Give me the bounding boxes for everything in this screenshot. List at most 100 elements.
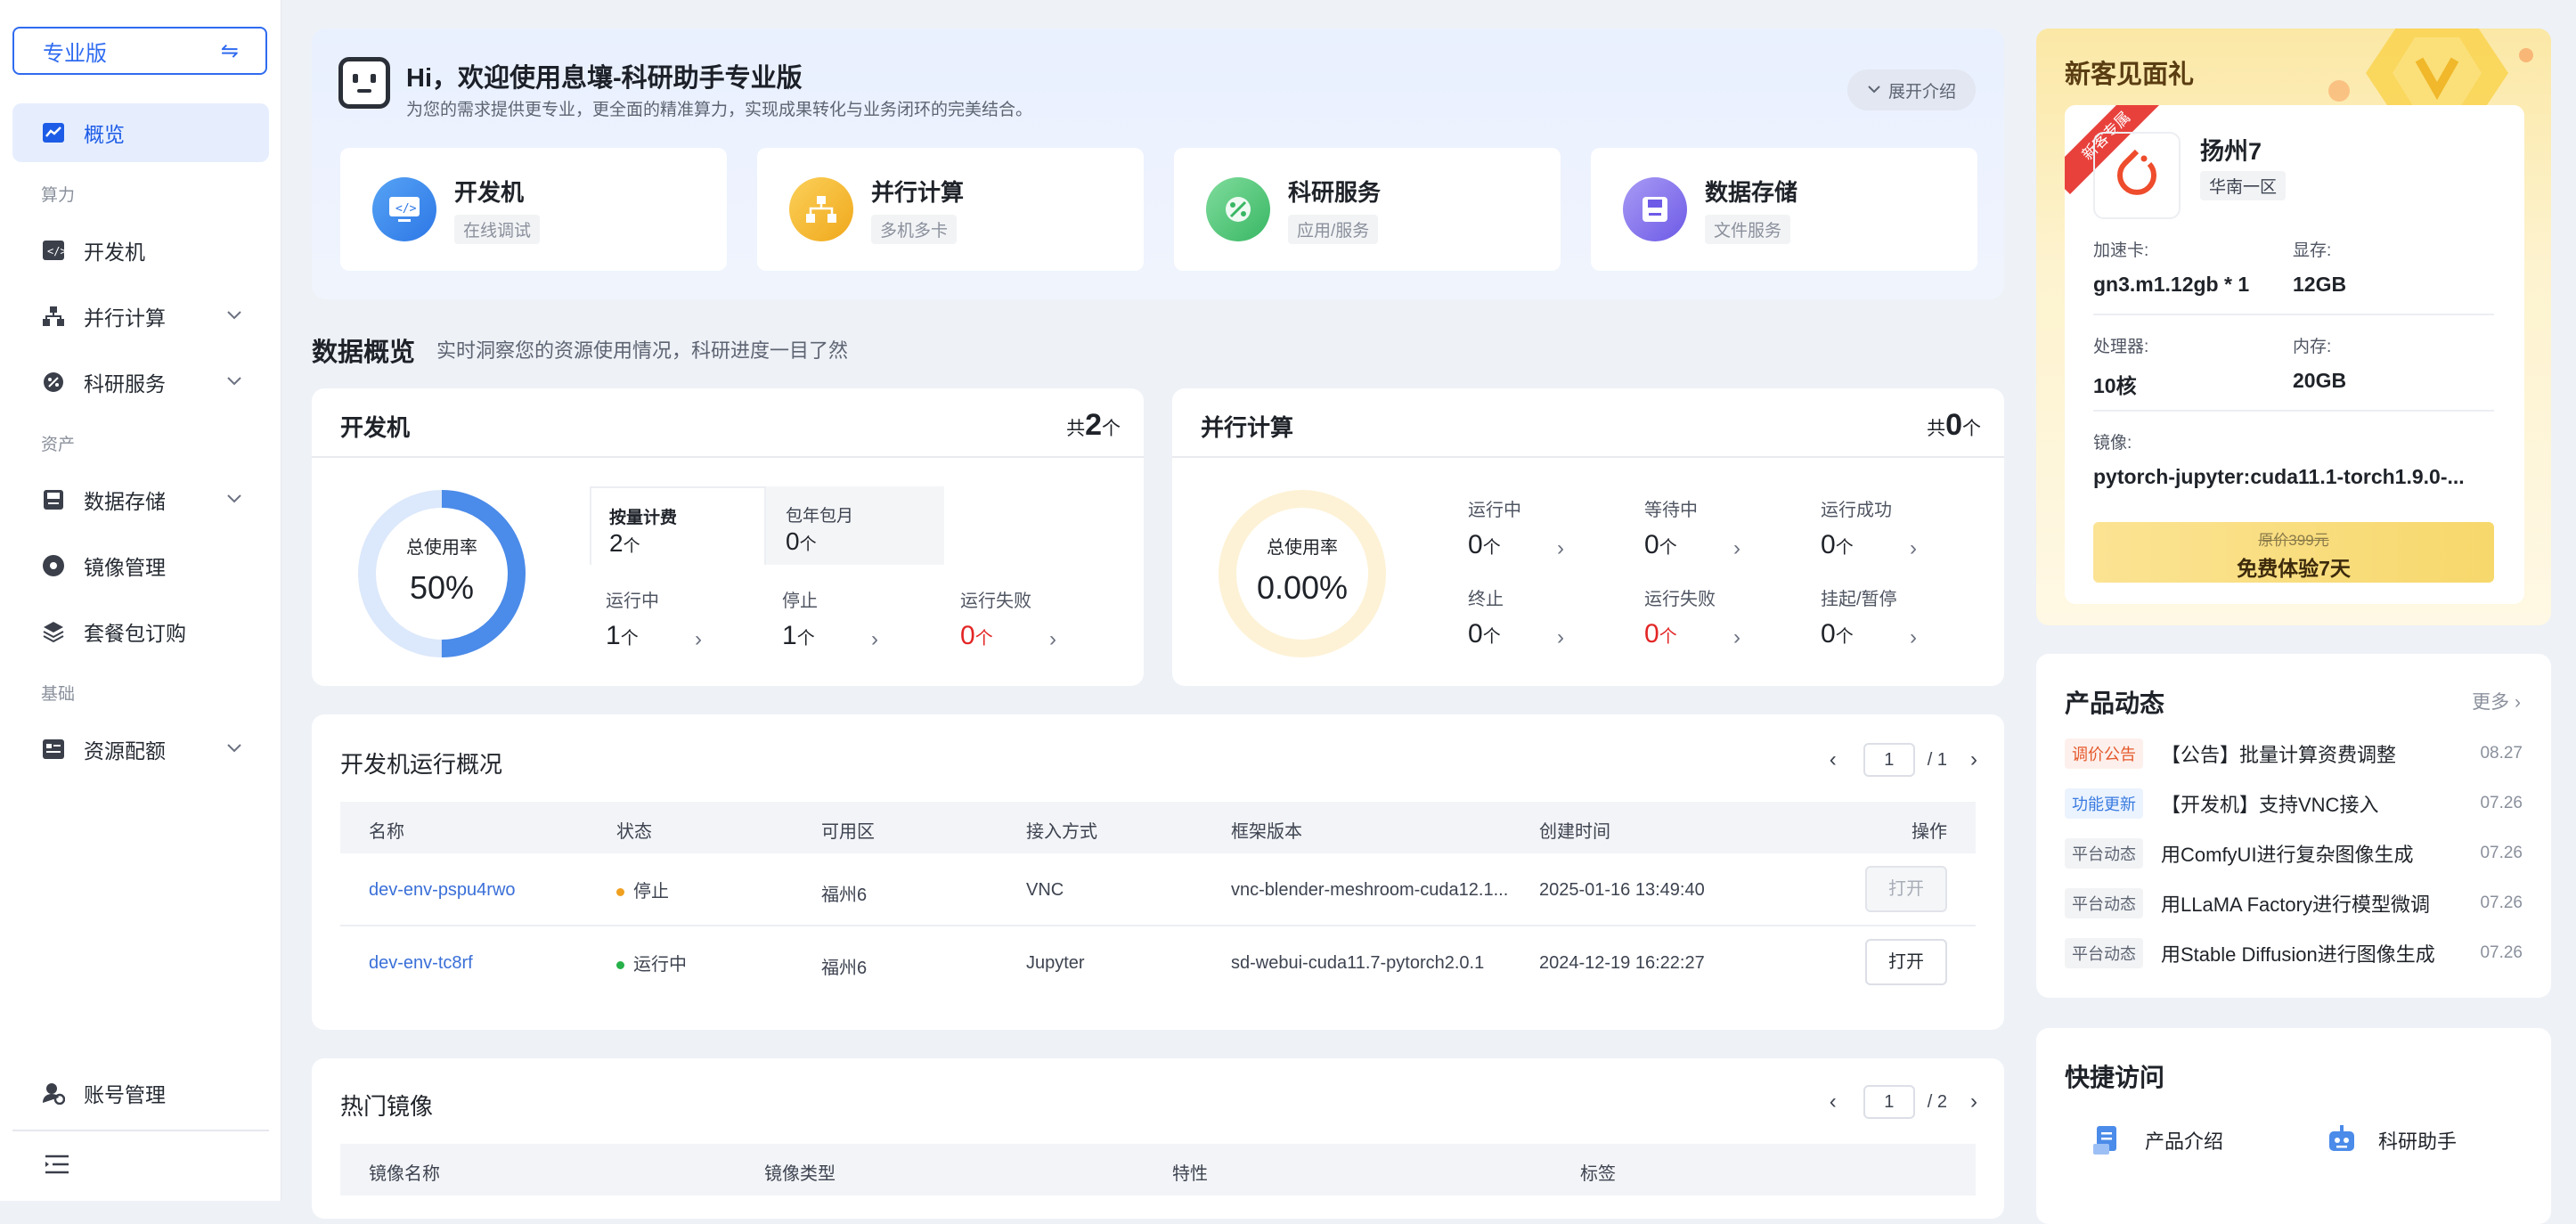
status: 停止 [616, 877, 669, 902]
stat-running[interactable]: 运行中 0个 › [1468, 495, 1593, 560]
status: 运行中 [616, 950, 687, 975]
card-total: 共0个 [1927, 408, 1981, 443]
chevron-right-icon: › [1910, 625, 1917, 649]
framework: vnc-blender-meshroom-cuda12.1... [1231, 880, 1509, 900]
sidebar-item-label: 资源配额 [84, 739, 166, 763]
news-more-link[interactable]: 更多 › [2472, 688, 2521, 714]
original-price: 原价399元 [2258, 532, 2329, 549]
chevron-right-icon: › [695, 627, 702, 651]
open-button[interactable]: 打开 [1865, 866, 1947, 912]
sidebar-item-parallel[interactable]: 并行计算 [12, 287, 269, 346]
quick-access-card: 快捷访问 产品介绍 科研助手 [2036, 1028, 2551, 1224]
unit: 个 [1482, 538, 1501, 558]
feature-card-research[interactable]: 科研服务 应用/服务 [1174, 148, 1561, 271]
unit: 个 [799, 535, 817, 554]
edition-switcher[interactable]: 专业版 ⇋ [12, 27, 267, 75]
feature-card-devmachine[interactable]: </> 开发机 在线调试 [340, 148, 727, 271]
usage-value: 50% [409, 569, 475, 606]
usage-label-group: 总使用率 0.00% [1215, 533, 1390, 607]
created-time: 2025-01-16 13:49:40 [1539, 880, 1705, 900]
quick-label: 科研助手 [2378, 1130, 2458, 1153]
feature-card-parallel[interactable]: 并行计算 多机多卡 [757, 148, 1144, 271]
news-item[interactable]: 平台动态 用ComfyUI进行复杂图像生成 07.26 [2065, 836, 2523, 871]
quick-item-assistant[interactable]: 科研助手 [2327, 1124, 2457, 1156]
total-prefix: 共 [1927, 419, 1946, 439]
sidebar-item-images[interactable]: 镜像管理 [12, 536, 269, 595]
collapse-menu-icon[interactable] [45, 1155, 69, 1179]
news-text: 【公告】批量计算资费调整 [2161, 744, 2397, 766]
devmachine-name-link[interactable]: dev-env-tc8rf [369, 953, 473, 974]
monitor-code-icon: </> [372, 177, 436, 241]
unit: 个 [796, 629, 815, 649]
feature-card-storage[interactable]: 数据存储 文件服务 [1591, 148, 1977, 271]
news-item[interactable]: 平台动态 用LLaMA Factory进行模型微调 07.26 [2065, 885, 2523, 921]
column-header: 状态 [616, 822, 652, 842]
devmachine-name-link[interactable]: dev-env-pspu4rwo [369, 880, 516, 901]
sidebar-item-label: 科研服务 [84, 372, 166, 396]
disk-icon [1623, 177, 1687, 241]
free-trial-button[interactable]: 原价399元 免费体验7天 [2093, 522, 2494, 583]
stat-count: 0 [1468, 530, 1483, 559]
expand-intro-button[interactable]: 展开介绍 [1846, 69, 1976, 110]
unit: 个 [974, 629, 993, 649]
stat-terminated[interactable]: 终止 0个 › [1468, 584, 1593, 649]
next-page-icon[interactable]: › [1970, 747, 1977, 772]
stat-value: 1个 [782, 621, 907, 651]
stat-count: 0 [1821, 619, 1836, 649]
gift-acc: gn3.m1.12gb * 1 [2093, 273, 2250, 296]
stat-count: 0 [1468, 619, 1483, 649]
product-news-card: 产品动态 更多 › 调价公告 【公告】批量计算资费调整 08.27 功能更新 【开发机… [2036, 654, 2551, 998]
stat-failed[interactable]: 运行失败 0个 › [960, 586, 1085, 651]
news-item[interactable]: 调价公告 【公告】批量计算资费调整 08.27 [2065, 736, 2523, 771]
sidebar-item-overview[interactable]: 概览 [12, 103, 269, 162]
stat-label: 终止 [1468, 590, 1504, 609]
news-item[interactable]: 功能更新 【开发机】支持VNC接入 07.26 [2065, 786, 2523, 821]
gift-mem: 20GB [2293, 369, 2347, 392]
open-button[interactable]: 打开 [1865, 939, 1947, 985]
stat-suspended[interactable]: 挂起/暂停 0个 › [1821, 584, 1945, 649]
divider [2093, 410, 2494, 412]
card-total: 共2个 [1066, 408, 1121, 443]
total-value: 2 [1085, 408, 1102, 442]
stat-succeeded[interactable]: 运行成功 0个 › [1821, 495, 1945, 560]
page-input[interactable]: 1 [1863, 1085, 1915, 1119]
sidebar-item-storage[interactable]: 数据存储 [12, 470, 269, 529]
usage-label: 总使用率 [406, 538, 477, 558]
gift-offer-panel: 新客专属 扬州7 华南一区 加速卡: 显存: gn3.m1.12gb * 1 1… [2065, 105, 2524, 604]
stat-stopped[interactable]: 停止 1个 › [782, 586, 907, 651]
code-icon: </> [41, 238, 66, 263]
news-title: 产品动态 [2065, 690, 2165, 717]
sidebar-item-devmachine[interactable]: </> 开发机 [12, 221, 269, 280]
sidebar-item-account[interactable]: 账号管理 [12, 1064, 269, 1122]
news-item[interactable]: 平台动态 用Stable Diffusion进行图像生成 07.26 [2065, 935, 2523, 971]
pytorch-logo-icon [2093, 132, 2181, 219]
stat-label: 运行失败 [960, 592, 1031, 611]
stat-waiting[interactable]: 等待中 0个 › [1644, 495, 1769, 560]
next-page-icon[interactable]: › [1970, 1089, 1977, 1114]
layers-icon [41, 619, 66, 644]
gift-acc-label: 加速卡: [2093, 241, 2149, 260]
stat-failed[interactable]: 运行失败 0个 › [1644, 584, 1769, 649]
chevron-right-icon: › [1049, 627, 1056, 651]
page-input[interactable]: 1 [1863, 743, 1915, 777]
edition-label: 专业版 [43, 41, 107, 66]
tab-pay-as-you-go[interactable]: 按量计费 2个 [590, 486, 766, 565]
tab-subscription[interactable]: 包年包月 0个 [766, 486, 944, 565]
prev-page-icon[interactable]: ‹ [1830, 747, 1837, 772]
sidebar-item-packages[interactable]: 套餐包订购 [12, 602, 269, 661]
tab-label: 包年包月 [786, 507, 854, 526]
status-dot [616, 961, 624, 970]
stat-value: 0个 [1821, 530, 1945, 560]
usage-label-group: 总使用率 50% [355, 533, 529, 607]
prev-page-icon[interactable]: ‹ [1830, 1089, 1837, 1114]
feature-sub: 文件服务 [1705, 215, 1791, 244]
card-title: 并行计算 [1201, 414, 1294, 441]
sidebar-item-research[interactable]: 科研服务 [12, 353, 269, 412]
stat-count: 0 [960, 621, 975, 650]
stat-count: 0 [1644, 619, 1659, 649]
nav-group-assets: 资产 [41, 436, 76, 454]
sidebar-item-quota[interactable]: 资源配额 [12, 720, 269, 779]
stat-running[interactable]: 运行中 1个 › [606, 586, 730, 651]
quick-item-product-intro[interactable]: 产品介绍 [2093, 1124, 2223, 1156]
welcome-banner: Hi，欢迎使用息壤-科研助手专业版 为您的需求提供更专业，更全面的精准算力，实现… [312, 29, 2004, 299]
